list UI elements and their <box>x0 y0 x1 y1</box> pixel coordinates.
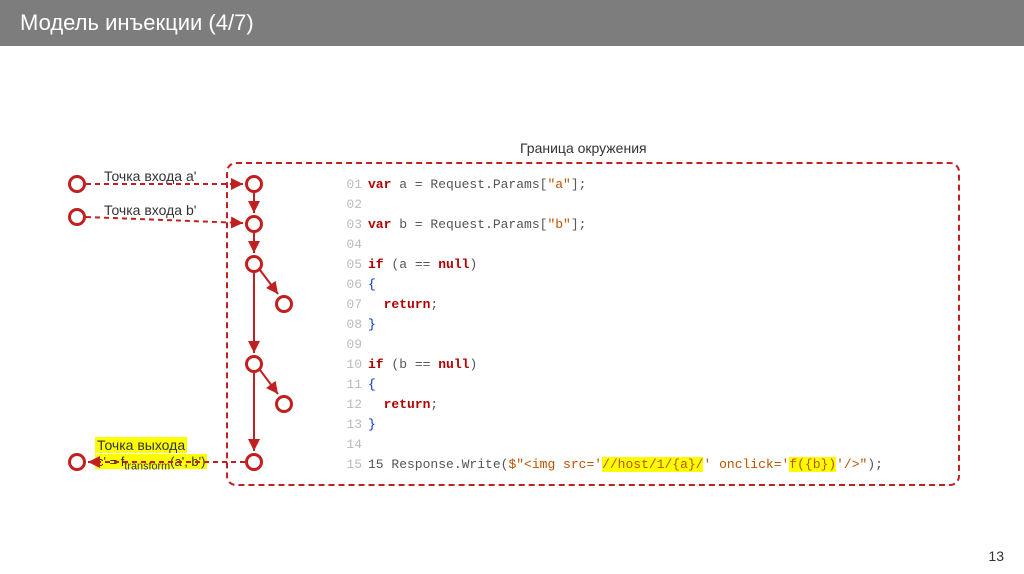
flow-node-3 <box>245 255 263 273</box>
flow-node-5 <box>245 453 263 471</box>
code-line-01: 01var a = Request.Params["a"]; <box>340 175 883 195</box>
code-line-09: 09 <box>340 335 883 355</box>
boundary-label: Граница окружения <box>520 140 647 156</box>
code-line-08: 08} <box>340 315 883 335</box>
exit-label-title: Точка выхода <box>95 437 187 453</box>
slide-header: Модель инъекции (4/7) <box>0 0 1024 46</box>
code-line-13: 13} <box>340 415 883 435</box>
code-line-12: 12 return; <box>340 395 883 415</box>
flow-node-2 <box>245 215 263 233</box>
dest-node-c <box>68 453 86 471</box>
code-line-07: 07 return; <box>340 295 883 315</box>
flow-node-1 <box>245 175 263 193</box>
code-line-10: 10if (b == null) <box>340 355 883 375</box>
slide-number: 13 <box>988 548 1004 564</box>
code-line-05: 05if (a == null) <box>340 255 883 275</box>
exit-label-formula: c' = ftransform(a', b') <box>95 454 207 469</box>
entry-label-a: Точка входа a' <box>104 168 196 184</box>
src-node-a <box>68 175 86 193</box>
code-line-11: 11{ <box>340 375 883 395</box>
code-line-04: 04 <box>340 235 883 255</box>
flow-node-4 <box>245 355 263 373</box>
flow-node-3b <box>275 295 293 313</box>
flow-node-4b <box>275 395 293 413</box>
code-line-14: 14 <box>340 435 883 455</box>
src-node-b <box>68 208 86 226</box>
code-line-03: 03var b = Request.Params["b"]; <box>340 215 883 235</box>
code-line-06: 06{ <box>340 275 883 295</box>
entry-label-b: Точка входа b' <box>104 202 196 218</box>
code-line-15: 1515 Response.Write($"<img src='//host/1… <box>340 455 883 475</box>
code-line-02: 02 <box>340 195 883 215</box>
code-block: 01var a = Request.Params["a"]; 02 03var … <box>340 175 883 475</box>
slide-title: Модель инъекции (4/7) <box>20 10 254 35</box>
exit-label: Точка выхода c' = ftransform(a', b') <box>95 437 207 473</box>
